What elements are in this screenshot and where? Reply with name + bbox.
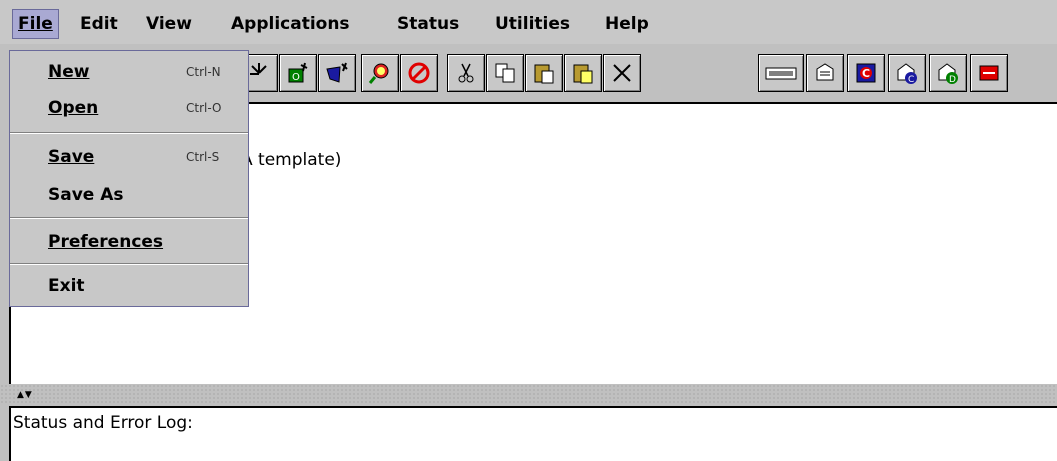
- menu-bar: File Edit View Applications Status Utili…: [0, 0, 1057, 44]
- file-menu-dropdown: New Ctrl-N Open Ctrl-O Save Ctrl-S Save …: [9, 50, 249, 307]
- new-connection-icon-button[interactable]: [318, 54, 356, 92]
- menu-item-preferences[interactable]: Preferences: [10, 225, 248, 259]
- status-log-label: Status and Error Log:: [13, 413, 193, 433]
- status-log-panel[interactable]: Status and Error Log:: [9, 406, 1057, 461]
- menu-help[interactable]: Help: [600, 10, 654, 38]
- menu-status[interactable]: Status: [392, 10, 464, 38]
- menu-item-save-accel: Ctrl-S: [186, 150, 220, 164]
- menu-item-save-label: Save: [48, 147, 95, 167]
- delete-icon: [613, 64, 631, 82]
- config-d-icon: D: [938, 63, 958, 85]
- menu-file[interactable]: File: [12, 9, 59, 39]
- find-icon-button[interactable]: [361, 54, 399, 92]
- cut-icon-button[interactable]: [447, 54, 485, 92]
- config-c-icon-button[interactable]: C: [888, 54, 926, 92]
- split-pane-divider[interactable]: ▲▼: [0, 384, 1057, 404]
- cut-icon: [458, 63, 474, 83]
- config-c-icon: C: [897, 63, 917, 85]
- svg-text:C: C: [908, 75, 914, 85]
- menu-utilities[interactable]: Utilities: [490, 10, 575, 38]
- open-icon-button[interactable]: O: [279, 54, 317, 92]
- menu-item-open-accel: Ctrl-O: [186, 101, 222, 115]
- copy-icon-button[interactable]: [486, 54, 524, 92]
- menu-edit[interactable]: Edit: [75, 10, 123, 38]
- menu-view[interactable]: View: [141, 10, 197, 38]
- find-icon: [368, 63, 389, 84]
- menu-item-new-accel: Ctrl-N: [186, 65, 221, 79]
- menu-separator: [10, 132, 248, 134]
- paste-special-icon-button[interactable]: [564, 54, 602, 92]
- paste-icon: [534, 64, 554, 84]
- svg-text:C: C: [862, 67, 870, 80]
- menu-item-exit[interactable]: Exit: [10, 269, 248, 303]
- menu-item-exit-label: Exit: [48, 276, 85, 296]
- menu-item-new-label: New: [48, 62, 90, 82]
- new-icon: [250, 63, 267, 75]
- form-icon: [765, 67, 797, 80]
- menu-item-save-as[interactable]: Save As: [10, 178, 248, 212]
- workspace-text: A template): [241, 150, 342, 170]
- app-c-icon-button[interactable]: C: [847, 54, 885, 92]
- menu-applications[interactable]: Applications: [226, 10, 355, 38]
- menu-item-open-label: Open: [48, 98, 99, 118]
- help-stop-icon: [979, 65, 999, 81]
- svg-text:O: O: [292, 72, 300, 83]
- menu-item-save-as-label: Save As: [48, 185, 124, 205]
- menu-separator: [10, 217, 248, 219]
- menu-item-open[interactable]: Open Ctrl-O: [10, 91, 248, 125]
- svg-text:D: D: [949, 75, 956, 85]
- print-icon: [816, 63, 834, 81]
- stop-icon: [408, 62, 430, 84]
- paste-special-icon: [573, 64, 593, 84]
- delete-icon-button[interactable]: [603, 54, 641, 92]
- config-d-icon-button[interactable]: D: [929, 54, 967, 92]
- copy-icon: [495, 63, 515, 83]
- new-connection-icon: [326, 62, 348, 83]
- split-arrows-icon[interactable]: ▲▼: [17, 390, 33, 400]
- menu-item-save[interactable]: Save Ctrl-S: [10, 140, 248, 174]
- menu-item-preferences-label: Preferences: [48, 232, 164, 252]
- stop-icon-button[interactable]: [400, 54, 438, 92]
- help-stop-icon-button[interactable]: [970, 54, 1008, 92]
- paste-icon-button[interactable]: [525, 54, 563, 92]
- print-icon-button[interactable]: [806, 54, 844, 92]
- menu-item-new[interactable]: New Ctrl-N: [10, 55, 248, 89]
- app-c-icon: C: [856, 63, 876, 83]
- form-icon-button[interactable]: [758, 54, 804, 92]
- menu-separator: [10, 263, 248, 265]
- open-icon: O: [288, 62, 308, 83]
